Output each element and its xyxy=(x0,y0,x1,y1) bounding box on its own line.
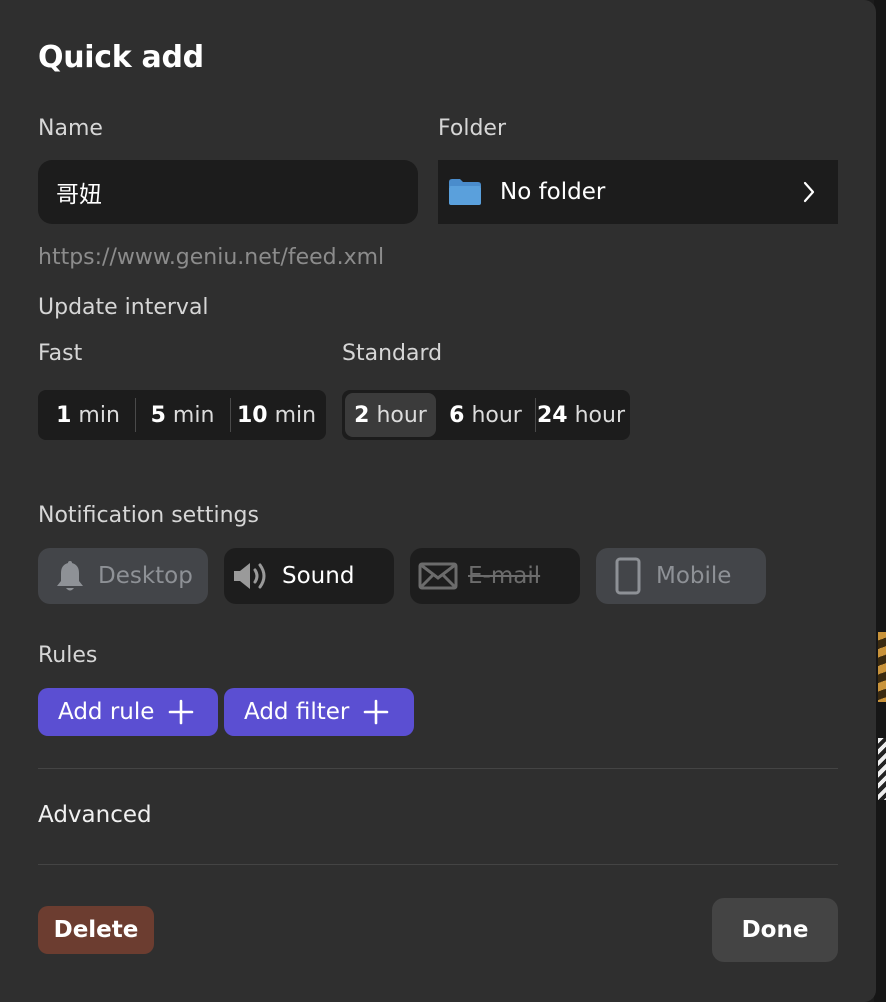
interval-option-5-min[interactable]: 5 min xyxy=(135,393,230,437)
notification-sound-label: Sound xyxy=(282,563,355,589)
interval-number: 24 xyxy=(536,402,568,428)
folder-select[interactable]: No folder xyxy=(438,160,838,224)
name-input-value: 哥妞 xyxy=(56,182,102,208)
update-interval-label: Update interval xyxy=(38,295,209,320)
standard-interval-selector: 2 hour 6 hour 24 hour xyxy=(342,390,630,440)
plus-icon xyxy=(168,699,194,725)
add-filter-label: Add filter xyxy=(244,699,350,725)
interval-number: 2 xyxy=(354,402,370,428)
name-label: Name xyxy=(38,116,103,141)
quick-add-dialog: Quick add Name Folder 哥妞 No folder https… xyxy=(0,0,876,1002)
speaker-icon xyxy=(232,558,272,594)
notification-sound-toggle[interactable]: Sound xyxy=(224,548,394,604)
interval-option-24-hour[interactable]: 24 hour xyxy=(535,393,627,437)
background-artwork xyxy=(878,738,886,800)
interval-number: 1 xyxy=(56,402,72,428)
interval-option-10-min[interactable]: 10 min xyxy=(230,393,323,437)
notification-desktop-toggle[interactable]: Desktop xyxy=(38,548,208,604)
delete-button[interactable]: Delete xyxy=(38,906,154,954)
interval-unit: hour xyxy=(376,402,427,428)
notification-mobile-toggle[interactable]: Mobile xyxy=(596,548,766,604)
advanced-section-toggle[interactable]: Advanced xyxy=(38,802,152,828)
phone-icon xyxy=(610,557,646,595)
folder-select-value: No folder xyxy=(500,179,606,205)
add-rule-label: Add rule xyxy=(58,699,155,725)
add-filter-button[interactable]: Add filter xyxy=(224,688,414,736)
name-input[interactable]: 哥妞 xyxy=(38,160,418,224)
interval-option-2-hour[interactable]: 2 hour xyxy=(345,393,436,437)
standard-label: Standard xyxy=(342,341,443,366)
interval-unit: hour xyxy=(471,402,522,428)
rules-label: Rules xyxy=(38,643,98,668)
interval-option-1-min[interactable]: 1 min xyxy=(41,393,135,437)
add-rule-button[interactable]: Add rule xyxy=(38,688,218,736)
chevron-right-icon xyxy=(802,181,816,203)
divider xyxy=(38,768,838,769)
notification-email-label: E-mail xyxy=(468,563,541,589)
notification-settings-label: Notification settings xyxy=(38,503,259,528)
interval-unit: hour xyxy=(574,402,626,428)
interval-unit: min xyxy=(274,402,317,428)
interval-option-6-hour[interactable]: 6 hour xyxy=(436,393,535,437)
bell-icon xyxy=(52,558,88,594)
notification-email-toggle[interactable]: E-mail xyxy=(410,548,580,604)
notification-mobile-label: Mobile xyxy=(656,563,732,589)
fast-interval-selector: 1 min 5 min 10 min xyxy=(38,390,326,440)
dialog-title: Quick add xyxy=(38,40,204,75)
mail-icon xyxy=(418,558,458,594)
folder-icon xyxy=(448,178,482,206)
interval-number: 5 xyxy=(150,402,166,428)
feed-url: https://www.geniu.net/feed.xml xyxy=(38,245,385,270)
plus-icon xyxy=(363,699,389,725)
folder-label: Folder xyxy=(438,116,506,141)
interval-number: 10 xyxy=(236,402,268,428)
divider xyxy=(38,864,838,865)
interval-unit: min xyxy=(78,402,120,428)
done-button[interactable]: Done xyxy=(712,898,838,962)
interval-unit: min xyxy=(172,402,215,428)
notification-desktop-label: Desktop xyxy=(98,563,193,589)
interval-number: 6 xyxy=(449,402,465,428)
fast-label: Fast xyxy=(38,341,83,366)
background-artwork xyxy=(878,632,886,702)
